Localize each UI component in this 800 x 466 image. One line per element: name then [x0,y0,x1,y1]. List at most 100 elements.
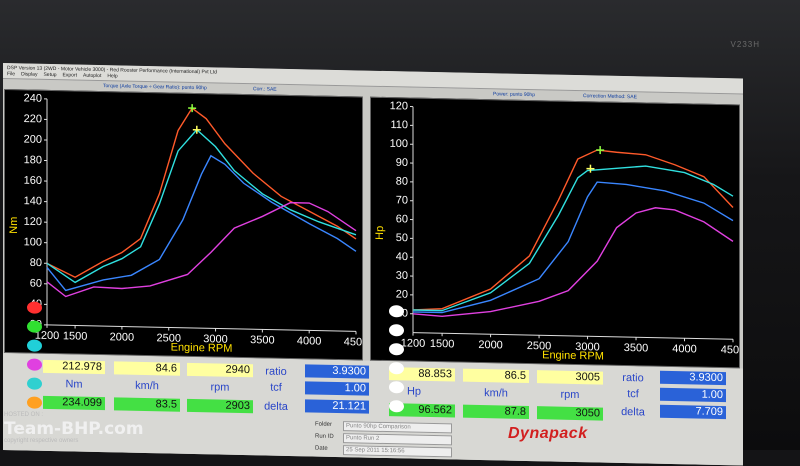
torque-y-tick-label: 220 [24,113,42,125]
right-ratio-label: ratio [615,372,651,385]
torque-y-tick-label: 200 [24,134,42,146]
torque-series-line-1 [47,105,356,283]
torque-value: 212.978 [43,360,105,374]
right-speed-unit-label: km/h [463,387,529,400]
power-chart-correction: Correction Method: SAE [583,93,637,100]
torque-y-tick-label: 120 [24,216,42,228]
right-delta-label: delta [615,406,651,419]
menu-export[interactable]: Export [63,72,77,78]
power-y-tick-label: 120 [390,100,408,112]
power-y-tick-label: 100 [390,138,408,150]
torque-chart-correction: Corr.: SAE [253,86,277,92]
torque-y-axis-label: Nm [8,217,20,234]
power-series-line-4 [413,203,733,323]
left-peak-speed-value: 83.5 [114,397,180,411]
left-peak-rpm-value: 2903 [187,399,253,413]
menu-list: File Display Setup Export Autoplot Help [7,71,118,79]
watermark-site: Team-BHP.com [4,419,144,439]
watermark-copyright: copyright respective owners [4,438,78,444]
power-x-tick-label: 2000 [478,339,502,352]
torque-chart-svg: 2040608010012014016018020022024012001500… [5,90,362,359]
power-peak-marker-2 [586,165,594,173]
menu-file[interactable]: File [7,71,15,77]
right-delta-value: 7.709 [660,405,726,419]
run-dot-white-1[interactable] [389,305,404,317]
torque-y-tick-label: 80 [30,257,42,269]
power-peak-marker-1 [596,146,604,154]
torque-x-tick-label: 4000 [297,335,321,348]
torque-y-tick-label: 100 [24,236,42,248]
right-rpm-unit-label: rpm [537,388,603,401]
power-x-tick-label: 4000 [672,343,696,356]
right-rpm-value: 3005 [537,370,603,384]
dyno-software-window: DSP Version 13 (2WD - Motor Vehicle 3000… [3,63,743,466]
run-dot-white-4[interactable] [389,362,404,374]
folder-field[interactable]: Punto 90hp Comparison [343,421,452,433]
run-dot-cyan[interactable] [27,340,42,352]
run-dot-white-3[interactable] [389,343,404,355]
left-ratio-value: 3.9300 [305,364,369,378]
torque-x-tick-label: 1500 [63,330,87,343]
torque-y-tick-label: 160 [24,175,42,187]
watermark-hosted: HOSTED ON : [4,412,43,418]
power-y-tick-label: 30 [396,270,408,282]
right-ratio-value: 3.9300 [660,371,726,385]
right-tcf-label: tcf [615,388,651,401]
power-y-axis-label: Hp [374,226,386,240]
power-chart[interactable]: 1020304050607080901001101201200150020002… [370,97,740,369]
power-chart-svg: 1020304050607080901001101201200150020002… [371,98,739,368]
left-tcf-label: tcf [261,381,291,394]
power-x-axis-label: Engine RPM [542,349,604,362]
run-dot-orange[interactable] [27,397,42,409]
left-rpm-unit-label: rpm [187,381,253,394]
run-id-field[interactable]: Punto Run 2 [343,433,452,445]
left-delta-label: delta [261,400,291,413]
run-dot-teal[interactable] [27,378,42,390]
torque-peak-value: 234.099 [43,396,105,410]
dynapack-logo: Dynapack [508,425,588,443]
menu-display[interactable]: Display [21,71,37,77]
left-rpm-value: 2940 [187,363,253,377]
torque-y-tick-label: 240 [24,92,42,104]
menu-help[interactable]: Help [107,73,117,79]
power-y-tick-label: 40 [396,251,408,263]
left-ratio-label: ratio [261,365,291,378]
left-speed-value: 84.6 [114,361,180,375]
run-dot-red[interactable] [27,302,42,314]
power-series-line-3 [413,178,733,318]
power-y-tick-label: 60 [396,213,408,225]
torque-y-tick-label: 140 [24,195,42,207]
torque-chart[interactable]: 2040608010012014016018020022024012001500… [4,89,363,361]
right-peak-rpm-value: 3050 [537,406,603,420]
power-x-tick-label: 1200 [401,337,425,350]
right-speed-value: 86.5 [463,369,529,383]
torque-series-line-3 [47,152,356,296]
left-delta-value: 21.121 [305,399,369,413]
menu-setup[interactable]: Setup [43,72,56,78]
monitor-brand: V233H [731,40,760,49]
power-x-tick-label: 3500 [624,342,648,355]
torque-y-tick-label: 180 [24,154,42,166]
run-dot-white-5[interactable] [389,381,404,393]
run-id-label: Run ID [315,434,334,440]
menu-autoplot[interactable]: Autoplot [83,73,101,79]
power-y-tick-label: 80 [396,176,408,188]
torque-series-line-4 [47,198,356,303]
date-label: Date [315,446,328,452]
date-field[interactable]: 25 Sep 2011 15:16:56 [343,445,452,457]
power-x-tick-label: 4500 [721,344,739,357]
power-y-tick-label: 70 [396,194,408,206]
power-y-tick-label: 90 [396,157,408,169]
run-dot-magenta[interactable] [27,359,42,371]
run-dot-green[interactable] [27,321,42,333]
folder-label: Folder [315,422,332,428]
torque-x-tick-label: 4500 [344,336,362,349]
run-dot-white-6[interactable] [389,400,404,412]
power-series-line-2 [413,161,733,317]
power-x-tick-label: 1500 [430,338,454,351]
power-y-tick-label: 50 [396,232,408,244]
torque-chart-title: Torque (Axle Torque ÷ Gear Ratio): punto… [103,83,207,91]
right-tcf-value: 1.00 [660,388,726,402]
power-chart-title: Power: punto 90hp [493,91,535,98]
run-dot-white-2[interactable] [389,324,404,336]
